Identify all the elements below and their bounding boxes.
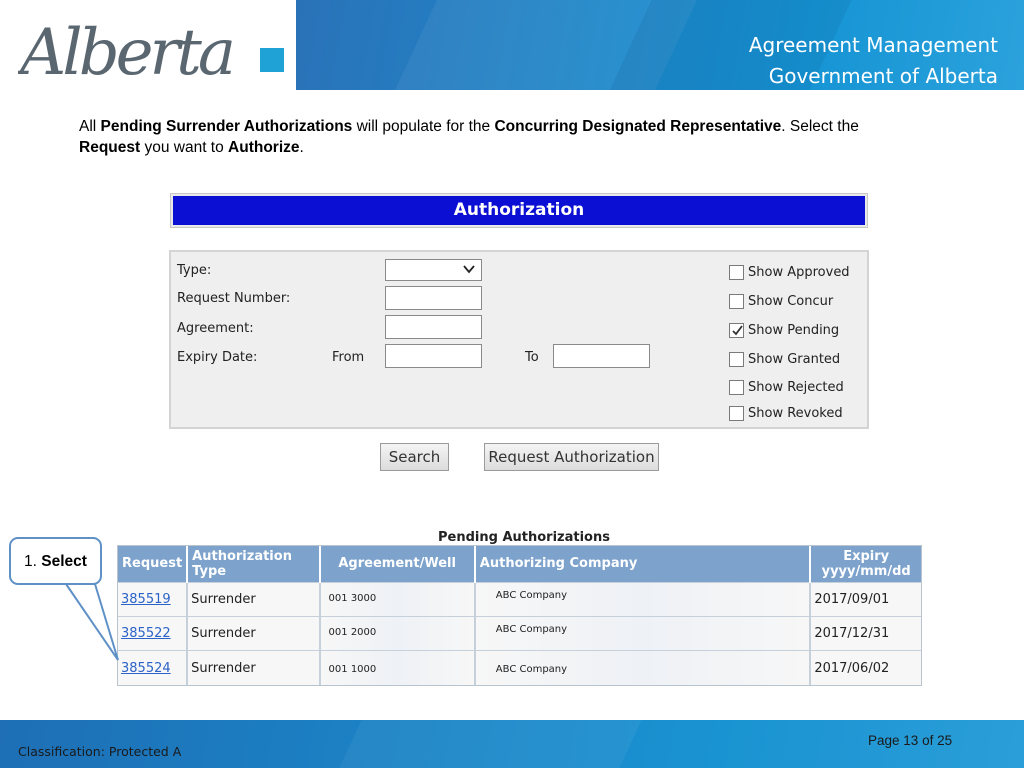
auth-type-cell: Surrender bbox=[187, 581, 321, 617]
table-row: 385519 Surrender 001 3000 ABC Company 20… bbox=[118, 581, 921, 617]
instr-b1: Pending Surrender Authorizations bbox=[100, 118, 353, 135]
checkbox-box[interactable] bbox=[729, 351, 744, 367]
instr-t2: will populate for the bbox=[352, 118, 495, 135]
expiry-date-label: Expiry Date: bbox=[177, 350, 258, 365]
pending-authorizations-table: Request Authorization Type Agreement/Wel… bbox=[117, 545, 922, 686]
checkbox-box[interactable] bbox=[729, 322, 744, 338]
page-total: 25 bbox=[937, 733, 953, 748]
table-row: 385522 Surrender 001 2000 ABC Company 20… bbox=[118, 615, 921, 651]
checkbox-label: Show Concur bbox=[748, 293, 834, 309]
checkbox-show-granted[interactable]: Show Granted bbox=[729, 350, 840, 368]
classification-label: Classification: Protected A bbox=[18, 744, 182, 759]
instr-b3: Request bbox=[79, 139, 141, 156]
header-auth-type-line2: Type bbox=[192, 563, 227, 579]
page-of: of bbox=[918, 733, 938, 748]
checkbox-show-approved[interactable]: Show Approved bbox=[729, 263, 850, 281]
instr-b2: Concurring Designated Representative bbox=[494, 118, 782, 135]
instr-b4: Authorize bbox=[228, 139, 300, 156]
checkbox-label: Show Pending bbox=[748, 322, 840, 338]
expiry-cell: 2017/06/02 bbox=[810, 650, 921, 685]
header-expiry-line1: Expiry bbox=[843, 548, 890, 564]
from-label: From bbox=[332, 350, 365, 365]
agreement-input[interactable] bbox=[385, 315, 482, 339]
page-label: Page bbox=[868, 733, 904, 748]
checkbox-show-revoked[interactable]: Show Revoked bbox=[729, 404, 843, 422]
agreement-cell: 001 3000 bbox=[319, 581, 476, 617]
instr-t4: you want to bbox=[140, 139, 229, 156]
company-cell: ABC Company bbox=[474, 650, 812, 685]
request-number-label: Request Number: bbox=[177, 291, 291, 306]
company-cell: ABC Company bbox=[474, 581, 812, 617]
checkmark-icon bbox=[732, 324, 743, 335]
alberta-logo: Alberta bbox=[15, 8, 288, 90]
search-button[interactable]: Search bbox=[380, 443, 449, 471]
auth-type-cell: Surrender bbox=[187, 615, 321, 651]
request-link[interactable]: 385522 bbox=[118, 615, 189, 651]
callout-label: Select bbox=[41, 553, 87, 570]
request-authorization-button[interactable]: Request Authorization bbox=[484, 443, 659, 471]
type-label: Type: bbox=[177, 263, 212, 278]
page-number: Page 13 of 25 bbox=[868, 733, 952, 748]
pending-authorizations-title: Pending Authorizations bbox=[438, 530, 610, 545]
type-select[interactable] bbox=[385, 259, 482, 281]
header: Alberta Agreement Management Government … bbox=[0, 0, 1024, 90]
expiry-from-input[interactable] bbox=[385, 344, 482, 368]
header-expiry[interactable]: Expiry yyyy/mm/dd bbox=[810, 546, 921, 582]
header-authorization-type[interactable]: Authorization Type bbox=[187, 546, 321, 582]
checkbox-show-rejected[interactable]: Show Rejected bbox=[729, 378, 844, 396]
table-header-row: Request Authorization Type Agreement/Wel… bbox=[118, 546, 921, 582]
instruction-text: All Pending Surrender Authorizations wil… bbox=[79, 116, 979, 158]
chevron-down-icon bbox=[463, 265, 475, 274]
checkbox-box[interactable] bbox=[729, 264, 744, 280]
header-request[interactable]: Request bbox=[118, 546, 189, 582]
checkbox-show-concur[interactable]: Show Concur bbox=[729, 292, 833, 310]
svg-text:Alberta: Alberta bbox=[18, 16, 232, 86]
agreement-cell: 001 2000 bbox=[319, 615, 476, 651]
instr-t3: . Select the bbox=[781, 118, 859, 135]
header-agreement-well[interactable]: Agreement/Well bbox=[319, 546, 476, 582]
checkbox-label: Show Granted bbox=[748, 351, 841, 367]
authorization-title-bar: Authorization bbox=[170, 193, 868, 228]
company-cell: ABC Company bbox=[474, 615, 812, 651]
header-title-line1: Agreement Management bbox=[748, 33, 998, 57]
request-link[interactable]: 385524 bbox=[118, 650, 189, 685]
page-current: 13 bbox=[903, 733, 919, 748]
header-authorizing-company[interactable]: Authorizing Company bbox=[474, 546, 812, 582]
checkbox-label: Show Revoked bbox=[748, 405, 843, 421]
header-title-line2: Government of Alberta bbox=[768, 64, 998, 88]
checkbox-show-pending[interactable]: Show Pending bbox=[729, 321, 839, 339]
checkbox-box[interactable] bbox=[729, 379, 744, 395]
expiry-cell: 2017/12/31 bbox=[810, 615, 921, 651]
instr-t1: All bbox=[79, 118, 101, 135]
table-row: 385524 Surrender 001 1000 ABC Company 20… bbox=[118, 650, 921, 685]
auth-type-cell: Surrender bbox=[187, 650, 321, 685]
request-link[interactable]: 385519 bbox=[118, 581, 189, 617]
agreement-label: Agreement: bbox=[177, 321, 254, 336]
checkbox-box[interactable] bbox=[729, 293, 744, 309]
request-number-input[interactable] bbox=[385, 286, 482, 310]
instr-t5: . bbox=[299, 139, 304, 156]
expiry-cell: 2017/09/01 bbox=[810, 581, 921, 617]
expiry-to-input[interactable] bbox=[553, 344, 650, 368]
header-title: Agreement Management Government of Alber… bbox=[749, 30, 998, 92]
search-form-panel: Type: Request Number: Agreement: Expiry … bbox=[169, 250, 869, 429]
checkbox-label: Show Rejected bbox=[748, 379, 844, 395]
checkbox-label: Show Approved bbox=[748, 264, 850, 280]
header-expiry-line2: yyyy/mm/dd bbox=[821, 563, 911, 579]
authorization-title: Authorization bbox=[173, 196, 865, 225]
select-callout: 1. Select bbox=[9, 537, 102, 585]
to-label: To bbox=[525, 350, 539, 365]
checkbox-box[interactable] bbox=[729, 405, 744, 421]
header-auth-type-line1: Authorization bbox=[192, 548, 292, 564]
agreement-cell: 001 1000 bbox=[319, 650, 476, 685]
callout-number: 1. bbox=[24, 553, 42, 570]
